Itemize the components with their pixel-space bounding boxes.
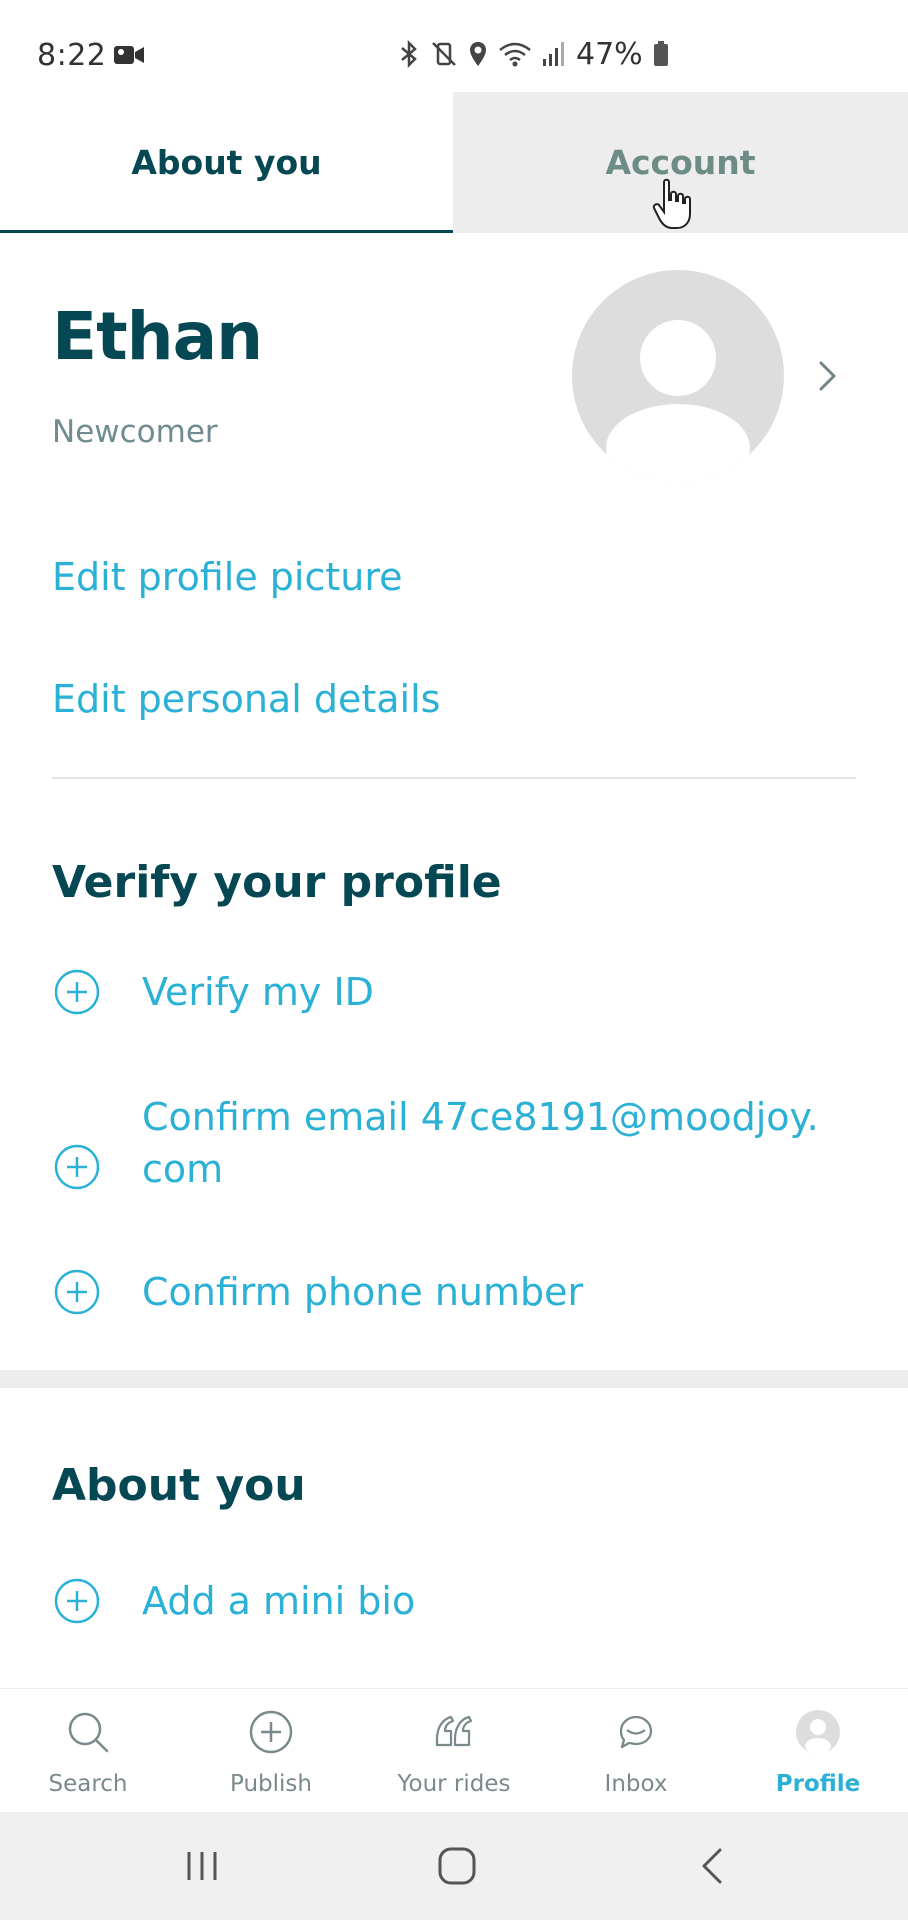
nav-profile-label: Profile bbox=[775, 1771, 861, 1797]
tab-bar: About you Account bbox=[0, 92, 908, 233]
avatar-placeholder-icon bbox=[606, 320, 750, 482]
experience-level: Newcomer bbox=[52, 414, 218, 450]
battery-icon bbox=[653, 41, 668, 66]
verify-profile-heading: Verify your profile bbox=[52, 857, 502, 908]
verify-id-item[interactable]: Verify my ID bbox=[54, 966, 374, 1018]
status-icons: 47% bbox=[398, 36, 669, 72]
signal-icon bbox=[543, 42, 564, 66]
back-icon[interactable] bbox=[682, 1842, 742, 1890]
avatar[interactable] bbox=[572, 270, 784, 482]
plus-circle-icon bbox=[54, 1578, 100, 1624]
nav-profile[interactable]: Profile bbox=[738, 1689, 898, 1813]
tab-about-you[interactable]: About you bbox=[0, 92, 453, 233]
system-nav-bar bbox=[0, 1812, 908, 1920]
wifi-icon bbox=[499, 42, 531, 67]
confirm-phone-item[interactable]: Confirm phone number bbox=[54, 1266, 583, 1318]
recent-apps-icon[interactable] bbox=[172, 1842, 232, 1890]
confirm-email-item[interactable]: Confirm email 47ce8191@moodjoy.com bbox=[54, 1091, 822, 1195]
confirm-email-label: Confirm email 47ce8191@moodjoy.com bbox=[142, 1095, 819, 1191]
home-icon[interactable] bbox=[427, 1842, 487, 1890]
about-you-heading: About you bbox=[52, 1460, 306, 1511]
bottom-nav: Search Publish Your rides Inbox Profile bbox=[0, 1688, 908, 1812]
nav-inbox[interactable]: Inbox bbox=[556, 1689, 716, 1813]
section-separator bbox=[0, 1370, 908, 1388]
nav-your-rides[interactable]: Your rides bbox=[374, 1689, 534, 1813]
hand-cursor-icon bbox=[652, 178, 691, 229]
plus-circle-icon bbox=[54, 1269, 100, 1315]
profile-name: Ethan bbox=[52, 298, 263, 375]
status-bar: 8:22 47% bbox=[0, 0, 908, 92]
chat-icon bbox=[619, 1715, 653, 1749]
location-icon bbox=[470, 42, 486, 66]
rides-icon bbox=[435, 1715, 473, 1747]
add-mini-bio-item[interactable]: Add a mini bio bbox=[54, 1575, 415, 1627]
vibrate-mute-icon bbox=[432, 42, 456, 66]
nav-inbox-label: Inbox bbox=[604, 1771, 668, 1797]
nav-publish-label: Publish bbox=[230, 1771, 312, 1797]
battery-percent: 47% bbox=[576, 36, 643, 72]
add-mini-bio-label: Add a mini bio bbox=[142, 1579, 416, 1623]
nav-publish[interactable]: Publish bbox=[191, 1689, 351, 1813]
nav-search[interactable]: Search bbox=[8, 1689, 168, 1813]
video-camera-icon bbox=[114, 46, 144, 64]
edit-personal-details-link[interactable]: Edit personal details bbox=[52, 677, 440, 721]
status-time: 8:22 bbox=[37, 38, 107, 73]
nav-search-label: Search bbox=[48, 1771, 128, 1797]
plus-circle-icon bbox=[249, 1710, 293, 1754]
plus-circle-icon bbox=[54, 969, 100, 1015]
search-icon bbox=[68, 1712, 109, 1753]
verify-id-label: Verify my ID bbox=[142, 970, 374, 1014]
divider bbox=[52, 777, 856, 779]
profile-icon bbox=[796, 1710, 840, 1754]
bluetooth-icon bbox=[401, 40, 417, 68]
confirm-phone-label: Confirm phone number bbox=[142, 1270, 584, 1314]
chevron-right-icon[interactable] bbox=[815, 357, 841, 395]
plus-circle-icon bbox=[54, 1144, 100, 1190]
nav-your-rides-label: Your rides bbox=[397, 1771, 511, 1797]
edit-profile-picture-link[interactable]: Edit profile picture bbox=[52, 555, 403, 599]
